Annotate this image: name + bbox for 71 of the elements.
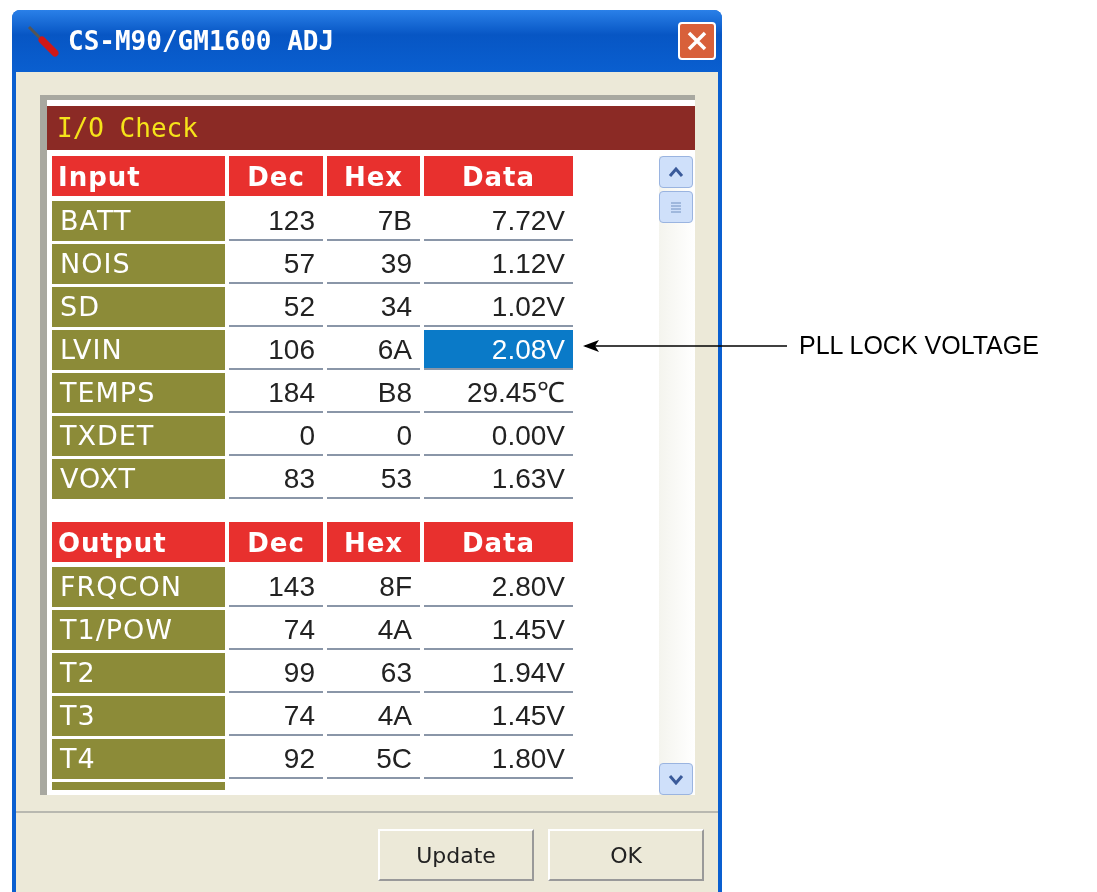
close-button[interactable]	[678, 22, 716, 60]
table-cell: 0.00V	[424, 416, 573, 456]
row-label: SD	[52, 287, 225, 327]
screwdriver-icon	[26, 24, 60, 58]
column-header: Input	[52, 156, 225, 196]
table-cell: 8F	[327, 567, 420, 607]
table-cell: 1.80V	[424, 739, 573, 779]
table-cell: 2.08V	[424, 330, 573, 370]
row-label: T3	[52, 696, 225, 736]
row-label: LVIN	[52, 330, 225, 370]
table-cell: 1.12V	[424, 244, 573, 284]
table-cell: 1.02V	[424, 287, 573, 327]
chevron-up-icon	[668, 166, 685, 178]
table-cell: 29.45℃	[424, 373, 573, 413]
column-header: Hex	[327, 156, 420, 196]
table-cell: 57	[229, 244, 323, 284]
column-header: Output	[52, 522, 225, 562]
table-cell: 123	[229, 201, 323, 241]
row-label: NOIS	[52, 244, 225, 284]
table-cell: 5C	[327, 739, 420, 779]
table-cell: 63	[327, 653, 420, 693]
table-cell: 52	[229, 287, 323, 327]
panel-title: I/O Check	[47, 106, 695, 150]
dialog-button[interactable]: Update	[378, 829, 534, 881]
callout-label: PLL LOCK VOLTAGE	[799, 331, 1039, 360]
table-cell: 184	[229, 373, 323, 413]
table-cell: 0	[229, 416, 323, 456]
table-cell: 92	[229, 739, 323, 779]
row-label: TEMPS	[52, 373, 225, 413]
column-header: Hex	[327, 522, 420, 562]
row-label: T4	[52, 739, 225, 779]
table-cell: 53	[327, 459, 420, 499]
table-cell: B8	[327, 373, 420, 413]
dialog-button[interactable]: OK	[548, 829, 704, 881]
column-header: Data	[424, 522, 573, 562]
row-label: T2	[52, 653, 225, 693]
scrollbar[interactable]	[659, 156, 695, 795]
row-label: TXDET	[52, 416, 225, 456]
table-cell: 1.94V	[424, 653, 573, 693]
row-label: BATT	[52, 201, 225, 241]
row-label: VOXT	[52, 459, 225, 499]
table-cell: 1.45V	[424, 696, 573, 736]
table-cell: 1.63V	[424, 459, 573, 499]
table-cell: 4A	[327, 610, 420, 650]
table-cell: 34	[327, 287, 420, 327]
table-cell: 7B	[327, 201, 420, 241]
table-cell: 74	[229, 610, 323, 650]
table-cell: 143	[229, 567, 323, 607]
table-cell: 1.45V	[424, 610, 573, 650]
chevron-down-icon	[668, 773, 685, 785]
table-cell: 7.72V	[424, 201, 573, 241]
table-cell: 4A	[327, 696, 420, 736]
column-header: Dec	[229, 156, 323, 196]
scroll-up-button[interactable]	[659, 156, 694, 188]
table-cell: 2.80V	[424, 567, 573, 607]
scroll-thumb[interactable]	[659, 191, 694, 223]
column-header: Data	[424, 156, 573, 196]
row-label: T1/POW	[52, 610, 225, 650]
close-icon	[686, 30, 708, 52]
table-cell: 39	[327, 244, 420, 284]
window-title: CS-M90/GM1600 ADJ	[68, 26, 336, 56]
table-cell: 0	[327, 416, 420, 456]
table-cell: 74	[229, 696, 323, 736]
column-header: Dec	[229, 522, 323, 562]
scroll-down-button[interactable]	[659, 763, 694, 795]
row-label: FRQCON	[52, 567, 225, 607]
table-cell: 99	[229, 653, 323, 693]
grip-icon	[670, 201, 683, 213]
table-cell: 106	[229, 330, 323, 370]
table-cell: 6A	[327, 330, 420, 370]
table-cell: 83	[229, 459, 323, 499]
